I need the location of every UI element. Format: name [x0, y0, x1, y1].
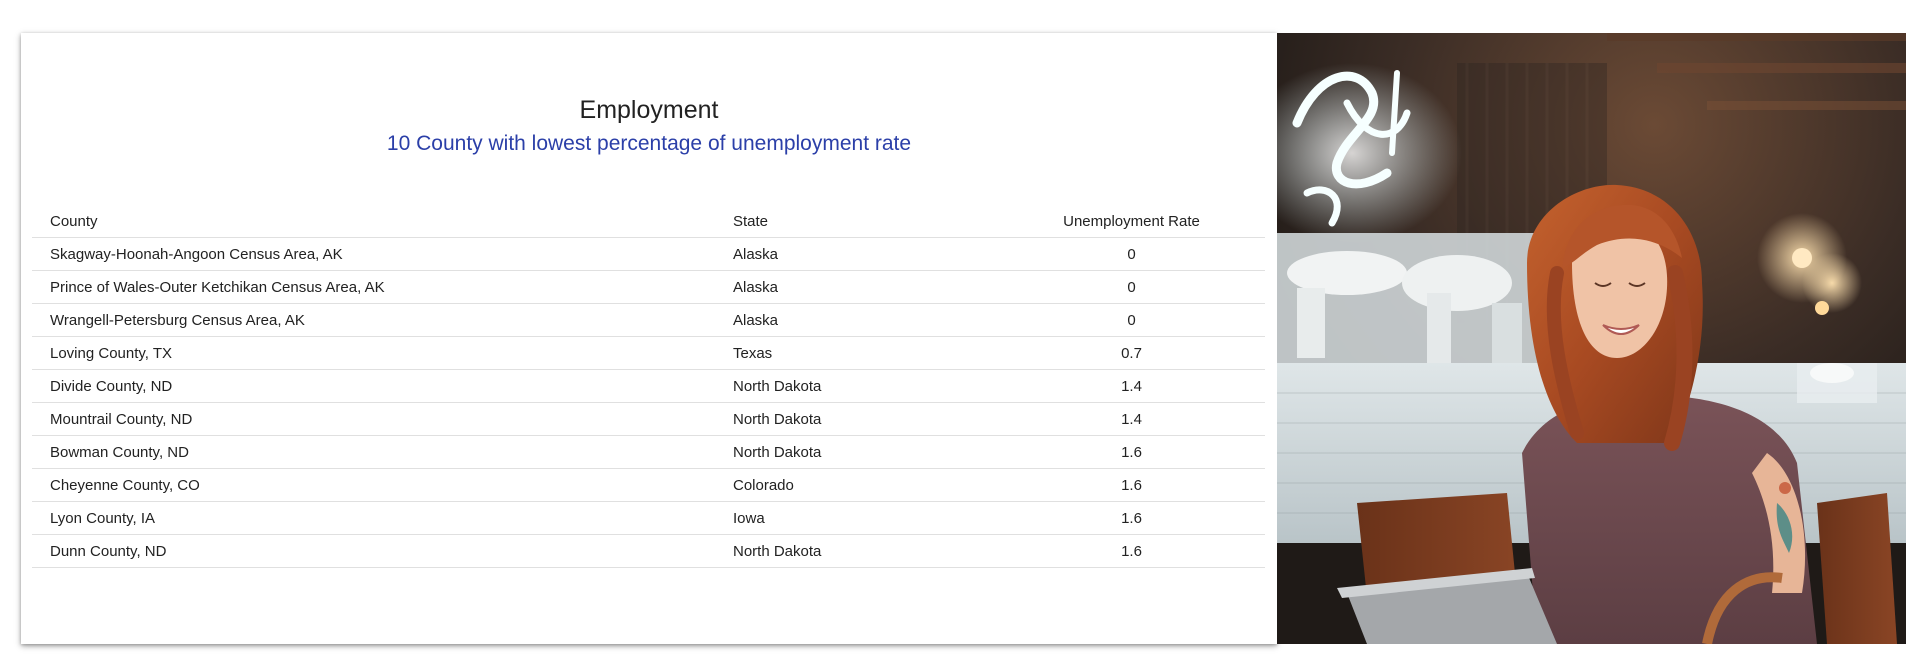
table-row[interactable]: Dunn County, ND North Dakota 1.6 [32, 534, 1265, 568]
table-row[interactable]: Mountrail County, ND North Dakota 1.4 [32, 402, 1265, 436]
cell-rate: 1.4 [998, 369, 1265, 403]
table-header-row: County State Unemployment Rate [32, 205, 1265, 238]
cell-rate: 0 [998, 303, 1265, 337]
cell-rate: 1.6 [998, 534, 1265, 568]
cell-county: Skagway-Hoonah-Angoon Census Area, AK [32, 237, 715, 271]
unemployment-table: County State Unemployment Rate Skagway-H… [32, 205, 1265, 568]
column-header-county[interactable]: County [32, 205, 715, 238]
cell-county: Mountrail County, ND [32, 402, 715, 436]
cell-rate: 0 [998, 270, 1265, 304]
cell-county: Loving County, TX [32, 336, 715, 370]
cell-state: Alaska [715, 237, 998, 271]
cell-county: Wrangell-Petersburg Census Area, AK [32, 303, 715, 337]
cell-state: North Dakota [715, 402, 998, 436]
cell-state: North Dakota [715, 435, 998, 469]
cell-county: Dunn County, ND [32, 534, 715, 568]
cell-state: Alaska [715, 303, 998, 337]
cell-state: North Dakota [715, 369, 998, 403]
cell-state: North Dakota [715, 534, 998, 568]
cell-county: Divide County, ND [32, 369, 715, 403]
table-row[interactable]: Divide County, ND North Dakota 1.4 [32, 369, 1265, 403]
table-row[interactable]: Loving County, TX Texas 0.7 [32, 336, 1265, 370]
column-header-unemployment-rate[interactable]: Unemployment Rate [998, 205, 1265, 238]
table-row[interactable]: Bowman County, ND North Dakota 1.6 [32, 435, 1265, 469]
woman-laptop-photo-illustration [1277, 33, 1906, 644]
cell-rate: 1.6 [998, 468, 1265, 502]
cell-county: Bowman County, ND [32, 435, 715, 469]
table-row[interactable]: Prince of Wales-Outer Ketchikan Census A… [32, 270, 1265, 304]
cell-state: Alaska [715, 270, 998, 304]
cell-rate: 0 [998, 237, 1265, 271]
table-row[interactable]: Wrangell-Petersburg Census Area, AK Alas… [32, 303, 1265, 337]
cell-county: Prince of Wales-Outer Ketchikan Census A… [32, 270, 715, 304]
cell-rate: 1.4 [998, 402, 1265, 436]
employment-card: Employment 10 County with lowest percent… [21, 33, 1277, 644]
cell-county: Lyon County, IA [32, 501, 715, 535]
card-subtitle: 10 County with lowest percentage of unem… [386, 132, 912, 155]
cell-rate: 0.7 [998, 336, 1265, 370]
table-row[interactable]: Skagway-Hoonah-Angoon Census Area, AK Al… [32, 237, 1265, 271]
table-row[interactable]: Lyon County, IA Iowa 1.6 [32, 501, 1265, 535]
cell-state: Colorado [715, 468, 998, 502]
cell-rate: 1.6 [998, 501, 1265, 535]
cell-rate: 1.6 [998, 435, 1265, 469]
column-header-state[interactable]: State [715, 205, 998, 238]
cafe-photo [1277, 33, 1906, 644]
table-row[interactable]: Cheyenne County, CO Colorado 1.6 [32, 468, 1265, 502]
cell-county: Cheyenne County, CO [32, 468, 715, 502]
card-title: Employment [579, 96, 719, 124]
cell-state: Texas [715, 336, 998, 370]
cell-state: Iowa [715, 501, 998, 535]
